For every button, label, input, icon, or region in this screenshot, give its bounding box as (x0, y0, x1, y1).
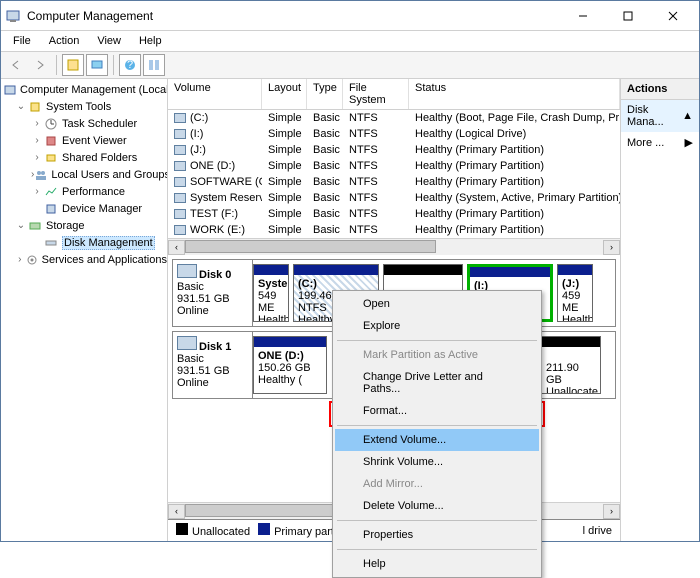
volume-row[interactable]: (C:)SimpleBasicNTFSHealthy (Boot, Page F… (168, 110, 620, 126)
volume-row[interactable]: (I:)SimpleBasicNTFSHealthy (Logical Driv… (168, 126, 620, 142)
partition[interactable]: 211.90 GBUnallocate (541, 336, 601, 394)
actions-diskmgmt[interactable]: Disk Mana...▲ (621, 100, 699, 132)
scroll-left[interactable]: ‹ (168, 240, 185, 255)
partition[interactable]: Syster549 MEHealth (253, 264, 289, 322)
actions-more[interactable]: More ...▶ (621, 132, 699, 153)
tree-root[interactable]: Computer Management (Local (1, 81, 167, 98)
actions-pane: Actions Disk Mana...▲ More ...▶ (621, 79, 699, 541)
volume-row[interactable]: ONE (D:)SimpleBasicNTFSHealthy (Primary … (168, 158, 620, 174)
tree-devmgr[interactable]: Device Manager (1, 200, 167, 217)
context-menu: Open Explore Mark Partition as Active Ch… (332, 290, 542, 578)
tree-systools[interactable]: ⌄System Tools (1, 98, 167, 115)
toolbar-btn-4[interactable] (143, 54, 165, 76)
menu-action[interactable]: Action (41, 33, 88, 49)
volume-grid[interactable]: Volume Layout Type File System Status (C… (168, 79, 620, 238)
grid-hscroll[interactable]: ‹ › (168, 238, 620, 255)
ctx-properties[interactable]: Properties (335, 524, 539, 546)
volume-row[interactable]: (J:)SimpleBasicNTFSHealthy (Primary Part… (168, 142, 620, 158)
volume-row[interactable]: SOFTWARE (G:)SimpleBasicNTFSHealthy (Pri… (168, 174, 620, 190)
ctx-mark-active: Mark Partition as Active (335, 344, 539, 366)
tree-eventviewer[interactable]: ›Event Viewer (1, 132, 167, 149)
nav-tree[interactable]: Computer Management (Local ⌄System Tools… (1, 79, 168, 541)
tree-performance[interactable]: ›Performance (1, 183, 167, 200)
ctx-format[interactable]: Format... (335, 400, 539, 422)
col-status[interactable]: Status (409, 79, 620, 109)
ctx-shrink-volume[interactable]: Shrink Volume... (335, 451, 539, 473)
partition[interactable]: ONE (D:)150.26 GBHealthy ( (253, 336, 327, 394)
tree-storage[interactable]: ⌄Storage (1, 217, 167, 234)
ctx-change-letter[interactable]: Change Drive Letter and Paths... (335, 366, 539, 400)
toolbar-btn-1[interactable] (62, 54, 84, 76)
toolbar-btn-2[interactable] (86, 54, 108, 76)
toolbar: ? (1, 51, 699, 79)
ctx-delete-volume[interactable]: Delete Volume... (335, 495, 539, 517)
actions-header: Actions (621, 79, 699, 100)
help-button[interactable]: ? (119, 54, 141, 76)
menu-file[interactable]: File (5, 33, 39, 49)
tree-shared[interactable]: ›Shared Folders (1, 149, 167, 166)
app-icon (5, 8, 21, 24)
close-button[interactable] (650, 2, 695, 30)
tree-services[interactable]: ›Services and Applications (1, 251, 167, 268)
titlebar[interactable]: Computer Management (1, 1, 699, 31)
scroll-right[interactable]: › (603, 240, 620, 255)
menu-help[interactable]: Help (131, 33, 170, 49)
ctx-explore[interactable]: Explore (335, 315, 539, 337)
minimize-button[interactable] (560, 2, 605, 30)
forward-button[interactable] (29, 54, 51, 76)
ctx-extend-volume[interactable]: Extend Volume... (335, 429, 539, 451)
volume-row[interactable]: TEST (F:)SimpleBasicNTFSHealthy (Primary… (168, 206, 620, 222)
partition[interactable]: (J:)459 MEHealth (557, 264, 593, 322)
ctx-open[interactable]: Open (335, 293, 539, 315)
col-filesystem[interactable]: File System (343, 79, 409, 109)
col-volume[interactable]: Volume (168, 79, 262, 109)
tree-diskmgmt[interactable]: Disk Management (1, 234, 167, 251)
back-button[interactable] (5, 54, 27, 76)
ctx-add-mirror: Add Mirror... (335, 473, 539, 495)
window-title: Computer Management (27, 9, 560, 23)
tree-scheduler[interactable]: ›Task Scheduler (1, 115, 167, 132)
ctx-help[interactable]: Help (335, 553, 539, 575)
scroll-right-2[interactable]: › (603, 504, 620, 519)
menubar: File Action View Help (1, 31, 699, 51)
maximize-button[interactable] (605, 2, 650, 30)
svg-text:?: ? (127, 59, 133, 71)
tree-users[interactable]: ›Local Users and Groups (1, 166, 167, 183)
col-type[interactable]: Type (307, 79, 343, 109)
col-layout[interactable]: Layout (262, 79, 307, 109)
volume-row[interactable]: WORK (E:)SimpleBasicNTFSHealthy (Primary… (168, 222, 620, 238)
scroll-left-2[interactable]: ‹ (168, 504, 185, 519)
menu-view[interactable]: View (89, 33, 129, 49)
volume-row[interactable]: System ReservedSimpleBasicNTFSHealthy (S… (168, 190, 620, 206)
